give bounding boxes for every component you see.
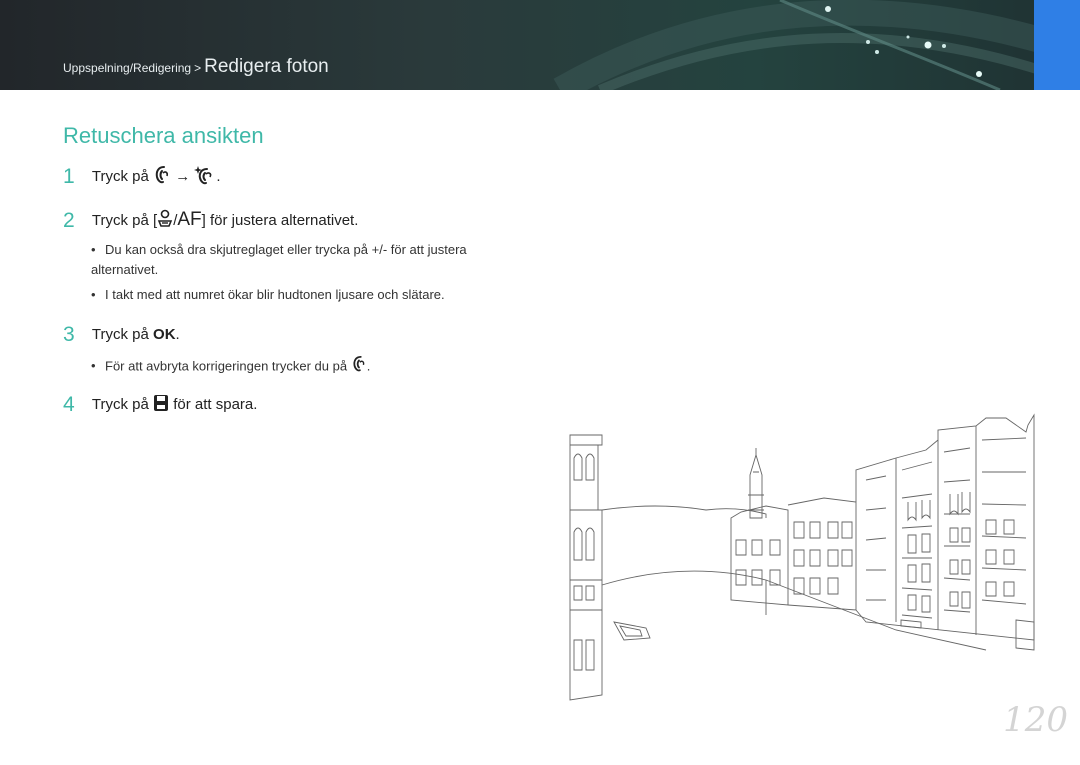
step-text-end: ] för justera alternativet. bbox=[201, 212, 359, 229]
header-banner: Uppspelning/Redigering > Redigera foton bbox=[0, 0, 1080, 90]
arrow: → bbox=[175, 167, 191, 185]
bullet-item: • I takt med att numret ökar blir hudtone… bbox=[91, 285, 511, 305]
bullet-item: • Du kan också dra skjutreglaget eller tr… bbox=[91, 240, 511, 280]
step-3: 3 Tryck på OK. bbox=[63, 323, 180, 347]
step-text-end: . bbox=[175, 326, 180, 343]
face-icon bbox=[153, 165, 171, 189]
face-retouch-icon bbox=[194, 164, 216, 190]
bullet-text: För att avbryta korrigeringen trycker du… bbox=[105, 358, 348, 374]
section-title: Retuschera ansikten bbox=[63, 123, 264, 148]
step-text: Tryck på bbox=[91, 167, 149, 185]
step-text-end: för att spara. bbox=[173, 396, 258, 413]
venice-canal-sketch-icon bbox=[566, 410, 1036, 710]
step-number: 1 bbox=[63, 164, 75, 188]
step-2: 2 Tryck på [ /AF] för justera alternativ… bbox=[63, 209, 358, 233]
af-label: AF bbox=[177, 209, 202, 230]
bullet-dot: • bbox=[91, 287, 96, 302]
ok-label: OK bbox=[153, 326, 176, 343]
step-number: 4 bbox=[63, 393, 75, 416]
bullet-text: I takt med att numret ökar blir hudtonen… bbox=[105, 287, 445, 302]
face-icon bbox=[351, 355, 367, 379]
step-text: Tryck på bbox=[91, 396, 149, 413]
step-text: Tryck på bbox=[91, 326, 149, 343]
breadcrumb-separator: > bbox=[194, 61, 202, 75]
breadcrumb-current: Redigera foton bbox=[204, 56, 329, 77]
breadcrumb-parent: Uppspelning/Redigering bbox=[63, 61, 192, 75]
bullet-item: • För att avbryta korrigeringen trycker d… bbox=[91, 355, 511, 379]
step-text-end: . bbox=[216, 167, 221, 185]
chapter-tab bbox=[1034, 0, 1080, 90]
step-1: 1 Tryck på → . bbox=[63, 164, 221, 190]
save-icon bbox=[153, 394, 169, 416]
step-number: 2 bbox=[63, 209, 75, 232]
step-text: Tryck på [ bbox=[91, 212, 158, 229]
step-number: 3 bbox=[63, 323, 75, 346]
bullet-dot: • bbox=[91, 242, 96, 257]
focus-icon bbox=[157, 209, 173, 233]
page-number: 120 bbox=[1003, 700, 1068, 740]
bullet-text: Du kan också dra skjutreglaget eller try… bbox=[91, 242, 467, 277]
breadcrumb: Uppspelning/Redigering > Redigera foton bbox=[63, 56, 329, 78]
step-4: 4 Tryck på för att spara. bbox=[63, 393, 257, 417]
bullet-end: . bbox=[366, 358, 371, 374]
bullet-dot: • bbox=[91, 358, 96, 374]
